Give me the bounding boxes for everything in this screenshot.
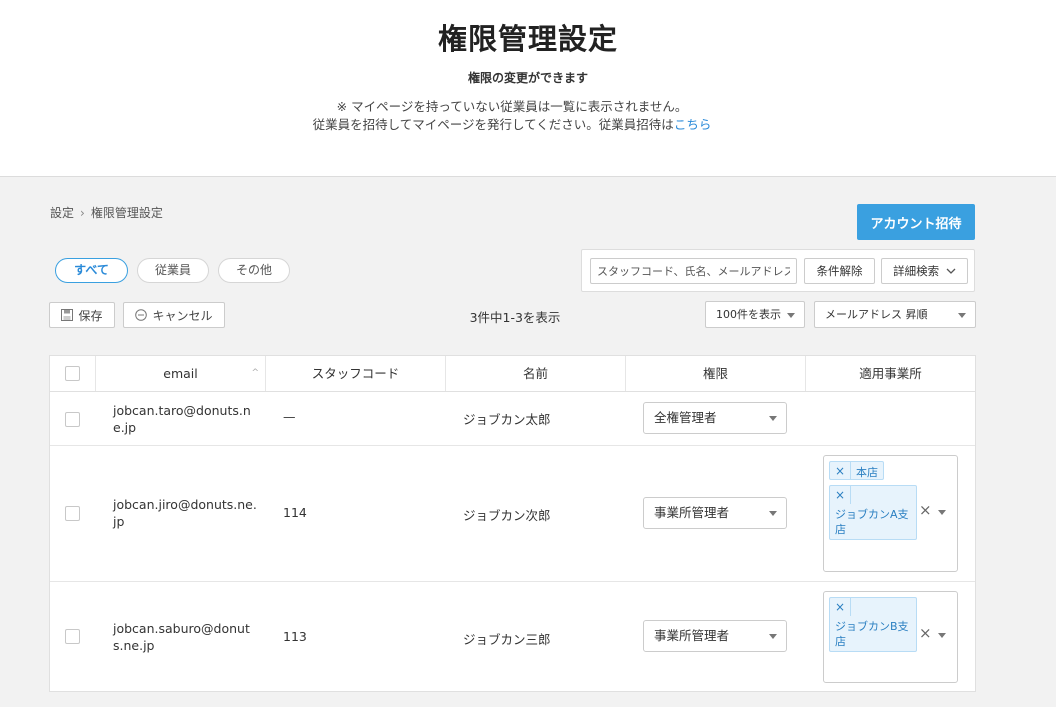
office-tag-label: ジョブカンA支店 [835, 508, 909, 536]
invite-link[interactable]: こちら [674, 117, 712, 132]
chevron-down-icon [946, 268, 956, 274]
column-name: 名前 [446, 356, 626, 391]
header-checkbox-cell [50, 356, 96, 391]
minus-circle-icon [135, 309, 148, 321]
column-email-label: email [163, 366, 198, 381]
office-tag: × ジョブカンA支店 [829, 485, 917, 540]
invite-account-button[interactable]: アカウント招待 [857, 204, 975, 240]
role-select[interactable]: 全権管理者 [643, 402, 787, 434]
clear-all-icon[interactable]: × [919, 501, 932, 519]
row-staff-code: 113 [283, 629, 307, 644]
row-checkbox[interactable] [65, 506, 80, 521]
advanced-search-label: 詳細検索 [893, 264, 940, 278]
office-multiselect[interactable]: × 本店 × ジョブカンA支店 × [823, 455, 958, 572]
breadcrumb-separator: › [80, 206, 85, 220]
row-name: ジョブカン三郎 [463, 632, 551, 647]
role-select[interactable]: 事業所管理者 [643, 497, 787, 529]
office-multiselect[interactable]: × ジョブカンB支店 × [823, 591, 958, 683]
caret-down-icon[interactable] [938, 633, 946, 638]
office-tag: × 本店 [829, 461, 884, 480]
role-value: 全権管理者 [654, 410, 717, 425]
caret-down-icon [958, 313, 966, 318]
table-row: jobcan.saburo@donuts.ne.jp 113 ジョブカン三郎 事… [50, 582, 975, 692]
office-tag: × ジョブカンB支店 [829, 597, 917, 652]
table-row: jobcan.jiro@donuts.ne.jp 114 ジョブカン次郎 事業所… [50, 446, 975, 582]
search-input[interactable] [590, 258, 797, 284]
breadcrumb-settings[interactable]: 設定 [50, 206, 74, 220]
floppy-disk-icon [61, 309, 74, 321]
caret-down-icon [769, 511, 777, 516]
result-count: 3件中1-3を表示 [469, 310, 561, 325]
column-email[interactable]: email ^ [96, 356, 266, 391]
row-email: jobcan.taro@donuts.ne.jp [113, 403, 251, 435]
office-tag-label: ジョブカンB支店 [835, 620, 909, 648]
row-staff-code: — [283, 409, 296, 424]
save-label: 保存 [78, 308, 103, 323]
tag-divider [850, 598, 851, 616]
row-email: jobcan.jiro@donuts.ne.jp [113, 497, 257, 529]
row-email: jobcan.saburo@donuts.ne.jp [113, 621, 250, 653]
per-page-select[interactable]: 100件を表示 [705, 301, 805, 328]
role-select[interactable]: 事業所管理者 [643, 620, 787, 652]
sort-select[interactable]: メールアドレス 昇順 [814, 301, 976, 328]
table-row: jobcan.taro@donuts.ne.jp — ジョブカン太郎 全権管理者 [50, 392, 975, 446]
caret-down-icon [769, 416, 777, 421]
column-role: 権限 [626, 356, 806, 391]
breadcrumb: 設定 › 権限管理設定 [50, 204, 163, 221]
advanced-search-button[interactable]: 詳細検索 [881, 258, 968, 284]
notice-line-2-text: 従業員を招待してマイページを発行してください。従業員招待は [312, 117, 674, 132]
tab-others[interactable]: その他 [218, 258, 290, 283]
notice-line-1: ※ マイページを持っていない従業員は一覧に表示されません。 [336, 99, 688, 114]
main-panel: 設定›権限管理設定 アカウント招待 すべて 従業員 その他 条件解除 詳細検索 … [0, 176, 1056, 707]
column-offices: 適用事業所 [859, 366, 922, 381]
page-subtitle: 権限の変更ができます [467, 71, 588, 85]
row-staff-code: 114 [283, 505, 307, 520]
clear-conditions-button[interactable]: 条件解除 [804, 258, 875, 284]
row-checkbox[interactable] [65, 412, 80, 427]
table-header: email ^ スタッフコード 名前 権限 適用事業所 [50, 356, 975, 392]
row-name: ジョブカン太郎 [463, 412, 551, 427]
column-staff-code: スタッフコード [266, 356, 446, 391]
clear-all-icon[interactable]: × [919, 624, 932, 642]
cancel-label: キャンセル [152, 308, 213, 323]
caret-down-icon[interactable] [938, 510, 946, 515]
select-all-checkbox[interactable] [65, 366, 80, 381]
tab-all[interactable]: すべて [55, 258, 128, 283]
role-value: 事業所管理者 [654, 505, 730, 520]
tag-divider [850, 462, 851, 479]
per-page-value: 100件を表示 [716, 308, 781, 321]
tag-divider [850, 486, 851, 504]
save-button[interactable]: 保存 [49, 302, 115, 328]
row-name: ジョブカン次郎 [463, 508, 551, 523]
role-value: 事業所管理者 [654, 628, 730, 643]
tag-remove-icon[interactable]: × [835, 488, 845, 502]
tag-remove-icon[interactable]: × [835, 600, 845, 614]
row-checkbox[interactable] [65, 629, 80, 644]
caret-down-icon [787, 313, 795, 318]
office-tag-label: 本店 [856, 466, 878, 479]
notice-line-2: 従業員を招待してマイページを発行してください。従業員招待はこちら [0, 114, 1024, 133]
page-header: 権限管理設定 権限の変更ができます ※ マイページを持っていない従業員は一覧に表… [0, 0, 1056, 176]
tag-remove-icon[interactable]: × [835, 464, 845, 478]
sort-asc-icon: ^ [251, 368, 259, 378]
caret-down-icon [769, 634, 777, 639]
sort-value: メールアドレス 昇順 [825, 308, 928, 321]
cancel-button[interactable]: キャンセル [123, 302, 225, 328]
permissions-table: email ^ スタッフコード 名前 権限 適用事業所 jobcan.taro@… [49, 355, 976, 692]
search-panel: 条件解除 詳細検索 [581, 249, 975, 292]
page-title: 権限管理設定 [437, 22, 618, 56]
tab-employees[interactable]: 従業員 [137, 258, 209, 283]
breadcrumb-current: 権限管理設定 [90, 206, 163, 220]
